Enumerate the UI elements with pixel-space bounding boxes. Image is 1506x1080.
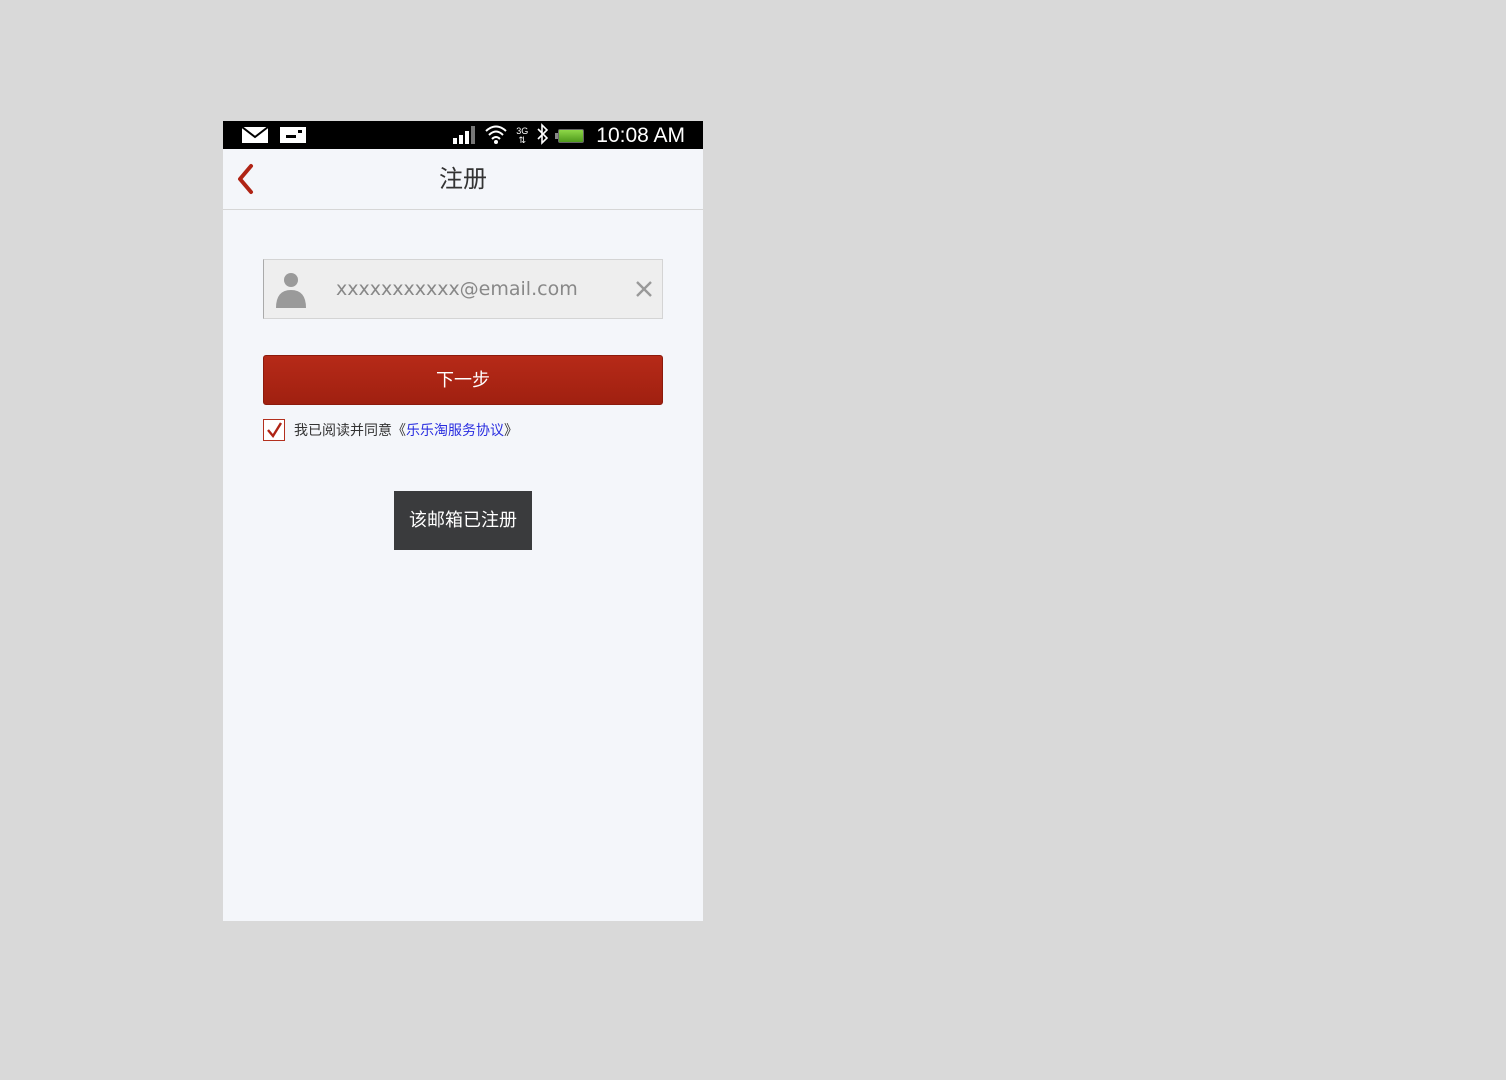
back-button[interactable] [229, 161, 265, 197]
next-step-button[interactable]: 下一步 [263, 355, 663, 405]
agreement-suffix: 》 [504, 423, 518, 439]
service-agreement-link[interactable]: 乐乐淘服务协议 [406, 423, 504, 439]
chevron-left-icon [238, 164, 253, 194]
bluetooth-icon [536, 123, 550, 149]
mail-icon [241, 125, 269, 149]
checkmark-icon [267, 422, 283, 439]
sim-icon [279, 125, 307, 149]
status-time: 10:08 AM [596, 124, 685, 147]
network-type-label: 3G [516, 126, 529, 136]
email-field[interactable] [263, 259, 663, 319]
clear-button[interactable] [632, 277, 656, 301]
phone-screen: 3G ⇅ 10:08 AM 注册 xxxxxxxxxxx@email.com 下… [223, 121, 703, 921]
close-icon [636, 281, 652, 297]
agreement-row: 我已阅读并同意《乐乐淘服务协议》 [263, 419, 518, 441]
agreement-text: 我已阅读并同意《乐乐淘服务协议》 [294, 420, 518, 440]
toast-message: 该邮箱已注册 [394, 491, 532, 550]
wifi-icon [484, 123, 508, 149]
page-title: 注册 [439, 165, 487, 193]
email-input[interactable] [336, 269, 616, 309]
battery-icon [555, 129, 585, 143]
agreement-checkbox[interactable] [263, 419, 285, 441]
status-bar: 3G ⇅ 10:08 AM [223, 121, 703, 149]
user-icon [274, 270, 310, 310]
agreement-prefix: 我已阅读并同意《 [294, 423, 406, 439]
title-bar: 注册 [223, 149, 703, 210]
network-3g-icon: 3G ⇅ [516, 126, 529, 145]
signal-icon [452, 124, 476, 148]
